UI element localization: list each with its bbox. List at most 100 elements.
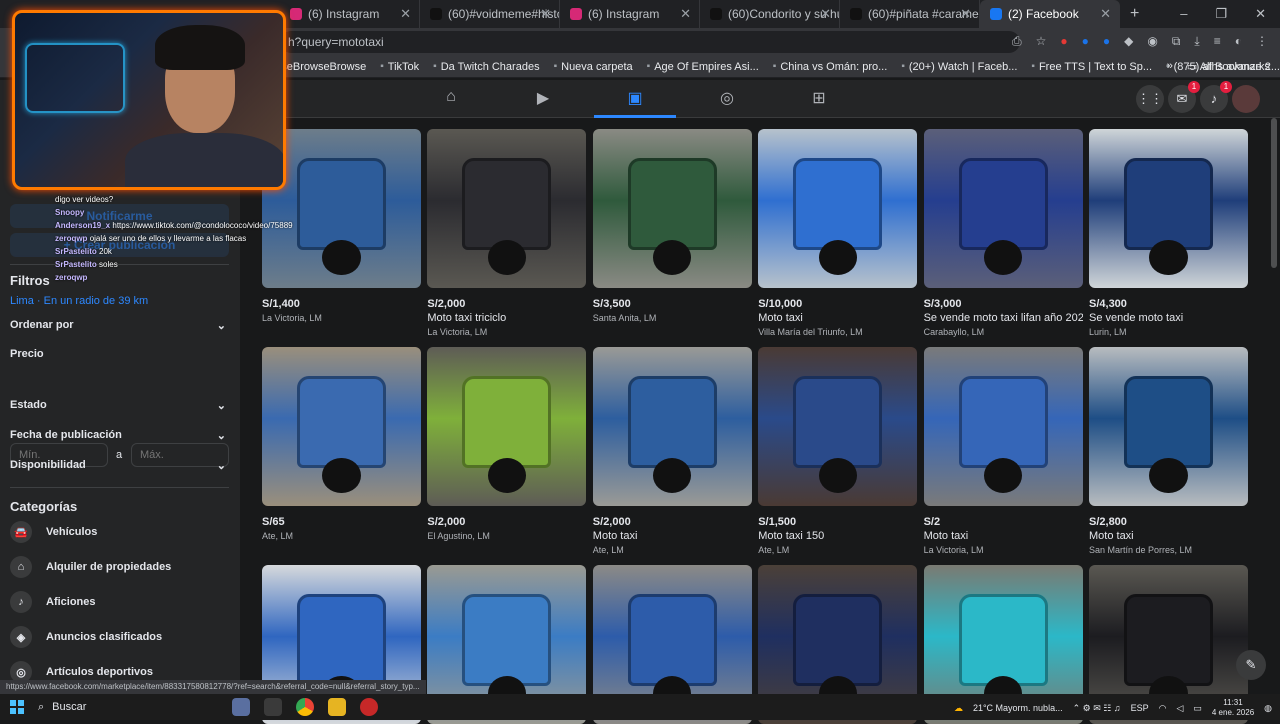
extension-blue-icon[interactable]: ●: [1082, 34, 1089, 49]
browser-tab[interactable]: (6) Instagram ✕: [280, 0, 420, 28]
wifi-icon[interactable]: ◠: [1159, 703, 1167, 714]
date-listed-dropdown[interactable]: Fecha de publicación ⌄: [10, 429, 226, 442]
minimize-icon[interactable]: –: [1180, 6, 1187, 22]
file-explorer-icon[interactable]: [328, 698, 346, 716]
extension-icon[interactable]: ●: [1103, 34, 1110, 49]
extension-off-icon[interactable]: ◉: [1147, 34, 1157, 49]
account-avatar[interactable]: [1232, 85, 1260, 113]
listing-photo[interactable]: [758, 129, 918, 288]
close-tab-icon[interactable]: ✕: [680, 6, 691, 22]
close-tab-icon[interactable]: ✕: [1100, 6, 1111, 22]
kebab-icon[interactable]: ⋮: [1256, 34, 1268, 49]
bookmark-item[interactable]: ▪ Da Twitch Charades: [433, 61, 539, 73]
browser-tab[interactable]: (2) Facebook ✕: [980, 0, 1120, 28]
category-item[interactable]: ⌂ Alquiler de propiedades: [10, 556, 171, 578]
tab-favicon-icon: [430, 8, 442, 20]
category-item[interactable]: ◈ Anuncios clasificados: [10, 626, 162, 648]
bookmark-item[interactable]: ▪ China vs Omán: pro...: [773, 61, 888, 73]
extension-diamond-icon[interactable]: ◆: [1124, 34, 1133, 49]
browser-tab[interactable]: (60)#piñata #caramelo #✕: [840, 0, 980, 28]
location-filter[interactable]: Lima · En un radio de 39 km: [10, 295, 148, 307]
close-tab-icon[interactable]: ✕: [960, 6, 971, 22]
address-bar[interactable]: h?query=mototaxi: [280, 31, 1020, 53]
taskbar-search[interactable]: ⌕ Buscar: [38, 701, 218, 714]
search-icon: ⌕: [38, 700, 45, 713]
system-tray: ☁ 21°C Mayorm. nubla... ⌃ ⚙ ✉ ☷ ♫ ESP ◠ …: [954, 698, 1272, 718]
puzzle-icon[interactable]: ⧉: [1172, 34, 1181, 49]
listing-card[interactable]: S/3,000 Se vende moto taxi lifan año 202…: [923, 129, 1083, 337]
marketplace-icon[interactable]: ▣: [622, 88, 648, 110]
battery-icon[interactable]: ▭: [1193, 703, 1202, 714]
home-icon[interactable]: ⌂: [438, 88, 464, 110]
close-tab-icon[interactable]: ✕: [820, 6, 831, 22]
download-icon[interactable]: ⤓: [1194, 34, 1199, 49]
bookmark-item[interactable]: ▪ Nueva carpeta: [554, 61, 633, 73]
clock[interactable]: 11:31 4 ene. 2026: [1212, 698, 1254, 718]
bookmark-item[interactable]: ▪ (20+) Watch | Faceb...: [901, 61, 1017, 73]
listing-card[interactable]: S/2,800 Moto taxi San Martín de Porres, …: [1089, 347, 1248, 555]
listing-card[interactable]: S/2,000 Moto taxi Ate, LM: [592, 347, 752, 555]
messenger-button[interactable]: ✉ 1: [1168, 81, 1200, 113]
obs-icon[interactable]: [360, 698, 378, 716]
listing-photo[interactable]: [923, 347, 1083, 506]
menu-list-icon[interactable]: ≡: [1214, 34, 1221, 49]
new-tab-button[interactable]: +: [1130, 5, 1139, 23]
listing-photo[interactable]: [923, 129, 1083, 288]
listing-card[interactable]: S/10,000 Moto taxi Villa María del Triun…: [758, 129, 918, 337]
listing-photo[interactable]: [592, 129, 752, 288]
listing-photo[interactable]: [1089, 347, 1248, 506]
tray-icons[interactable]: ⌃ ⚙ ✉ ☷ ♫: [1073, 703, 1121, 714]
groups-icon[interactable]: ◎: [714, 88, 740, 110]
gaming-icon[interactable]: ⊞: [806, 88, 832, 110]
listing-card[interactable]: S/2,000 El Agustino, LM: [427, 347, 587, 541]
listing-photo[interactable]: [1089, 129, 1248, 288]
landscape-widget-icon[interactable]: [232, 698, 250, 716]
bookmark-item[interactable]: ▪ Free TTS | Text to Sp...: [1031, 61, 1152, 73]
browser-tab[interactable]: (60)Condorito y su humo✕: [700, 0, 840, 28]
menu-grid-button[interactable]: ⋮⋮: [1136, 85, 1164, 113]
category-item[interactable]: 🚘 Vehículos: [10, 521, 97, 543]
listing-photo[interactable]: [427, 347, 587, 506]
listing-photo[interactable]: [427, 129, 587, 288]
listing-card[interactable]: S/4,300 Se vende moto taxi Lurin, LM: [1089, 129, 1248, 337]
listing-photo[interactable]: [592, 347, 752, 506]
notification-center-icon[interactable]: ◍: [1264, 703, 1272, 714]
language-indicator[interactable]: ESP: [1131, 703, 1149, 713]
profile-icon[interactable]: ◐: [1235, 34, 1242, 49]
listing-card[interactable]: S/2 Moto taxi La Victoria, LM: [923, 347, 1083, 555]
bookmark-item[interactable]: ▪ Age Of Empires Asi...: [647, 61, 759, 73]
sort-by-dropdown[interactable]: Ordenar por ⌄: [10, 319, 226, 332]
install-icon[interactable]: ⎙: [1012, 34, 1022, 49]
category-item[interactable]: ♪ Aficiones: [10, 591, 96, 613]
listing-card[interactable]: S/3,500 Santa Anita, LM: [592, 129, 752, 323]
browser-tab[interactable]: (6) Instagram ✕: [560, 0, 700, 28]
listing-location: La Victoria, LM: [427, 327, 488, 337]
listing-photo[interactable]: [758, 347, 918, 506]
scrollbar[interactable]: [1271, 118, 1277, 268]
mototaxi-body: [793, 157, 883, 250]
video-icon[interactable]: ▶: [530, 88, 556, 110]
close-tab-icon[interactable]: ✕: [540, 6, 551, 22]
restore-icon[interactable]: ❐: [1215, 6, 1227, 22]
close-tab-icon[interactable]: ✕: [400, 6, 411, 22]
notifications-button[interactable]: ♪ 1: [1200, 81, 1232, 113]
chrome-icon[interactable]: [296, 698, 314, 716]
weather-text[interactable]: 21°C Mayorm. nubla...: [973, 703, 1063, 713]
extension-red-icon[interactable]: ●: [1060, 34, 1067, 49]
close-window-icon[interactable]: ✕: [1255, 6, 1266, 22]
volume-icon[interactable]: ◁: [1176, 703, 1183, 714]
star-icon[interactable]: ☆: [1036, 34, 1047, 49]
all-bookmarks[interactable]: ▭ All Bookmarks: [1187, 60, 1270, 73]
task-view-icon[interactable]: [264, 698, 282, 716]
listing-card[interactable]: S/65 Ate, LM: [262, 347, 421, 541]
listing-photo[interactable]: [262, 347, 421, 506]
new-message-button[interactable]: ✎: [1236, 650, 1266, 680]
browser-tab[interactable]: (60)#voidmeme#historia#✕: [420, 0, 560, 28]
listing-card[interactable]: S/2,000 Moto taxi triciclo La Victoria, …: [427, 129, 587, 337]
chevron-right-icon[interactable]: »: [1167, 60, 1173, 73]
availability-dropdown[interactable]: Disponibilidad ⌄: [10, 459, 226, 472]
listing-card[interactable]: S/1,500 Moto taxi 150 Ate, LM: [758, 347, 918, 555]
windows-start-icon[interactable]: [10, 700, 24, 714]
condition-dropdown[interactable]: Estado ⌄: [10, 399, 226, 412]
bookmark-item[interactable]: ▪ TikTok: [380, 61, 419, 73]
